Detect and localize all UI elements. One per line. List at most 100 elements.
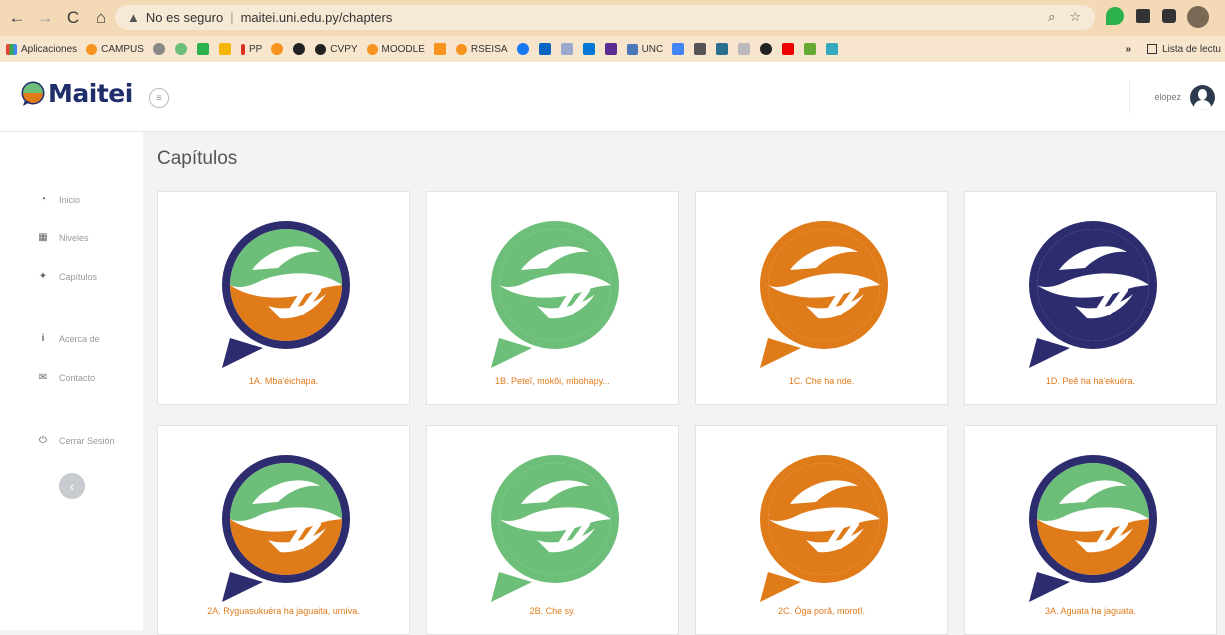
sidebar-item-acerca[interactable]: iAcerca de bbox=[37, 333, 100, 344]
bookmark-rseisa[interactable]: RSEISA bbox=[456, 44, 508, 55]
chapter-title[interactable]: 1A. Mba'éichapa. bbox=[158, 376, 409, 386]
bookmark-icon-9[interactable] bbox=[605, 43, 617, 55]
sidebar-item-cerrar-sesion[interactable]: ⏻Cerrar Sesión bbox=[37, 435, 115, 446]
chapter-logo-icon bbox=[746, 444, 899, 604]
pp-icon bbox=[241, 44, 245, 55]
chapter-title[interactable]: 1C. Che ha nde. bbox=[696, 376, 947, 386]
moodle-icon bbox=[86, 44, 97, 55]
chapter-title[interactable]: 1D. Peẽ ha ha'ekuéra. bbox=[965, 376, 1216, 386]
url-text: maitei.uni.edu.py/chapters bbox=[241, 10, 393, 25]
youtube-icon[interactable] bbox=[782, 43, 794, 55]
user-menu[interactable]: elopez bbox=[1129, 80, 1225, 114]
chapter-title[interactable]: 3A. Aguata ha jaguata. bbox=[965, 606, 1216, 616]
bookmark-icon-10[interactable] bbox=[672, 43, 684, 55]
chapter-logo-icon bbox=[1015, 444, 1168, 604]
chevron-left-icon: ‹ bbox=[70, 478, 75, 494]
chapters-icon: ✦ bbox=[37, 271, 49, 282]
logo-text: Maitei bbox=[48, 79, 133, 108]
info-icon: i bbox=[37, 333, 49, 344]
bookmark-icon-15[interactable] bbox=[826, 43, 838, 55]
bookmark-icon-6[interactable] bbox=[293, 43, 305, 55]
dashboard-icon: ◔ bbox=[37, 194, 49, 205]
chapter-title[interactable]: 2B. Che sy. bbox=[427, 606, 678, 616]
linkedin-icon[interactable] bbox=[539, 43, 551, 55]
chapter-card[interactable]: 1B. Peteĩ, mokõi, mbohapy... bbox=[426, 191, 679, 405]
bookmark-campus[interactable]: CAMPUS bbox=[86, 44, 144, 55]
reload-icon[interactable]: C bbox=[62, 7, 84, 29]
chapter-card[interactable]: 3A. Aguata ha jaguata. bbox=[964, 425, 1217, 635]
sidebar-item-capitulos[interactable]: ✦Capítulos bbox=[37, 271, 97, 282]
chapter-card[interactable]: 2C. Óga porã, morotĩ. bbox=[695, 425, 948, 635]
bookmark-icon-5[interactable] bbox=[271, 43, 283, 55]
sidebar-item-contacto[interactable]: ✉Contacto bbox=[37, 372, 95, 383]
outlook-icon[interactable] bbox=[583, 43, 595, 55]
bookmark-icon-2[interactable] bbox=[175, 43, 187, 55]
github-icon[interactable] bbox=[760, 43, 772, 55]
chapter-logo-icon bbox=[208, 210, 361, 370]
more-bookmarks-icon[interactable]: » bbox=[1126, 44, 1132, 55]
star-icon[interactable]: ☆ bbox=[1069, 9, 1081, 25]
bookmark-icon-13[interactable] bbox=[738, 43, 750, 55]
unc-icon bbox=[627, 44, 638, 55]
facebook-icon[interactable] bbox=[517, 43, 529, 55]
home-icon[interactable]: ⌂ bbox=[90, 7, 112, 29]
chapter-card[interactable]: 1A. Mba'éichapa. bbox=[157, 191, 410, 405]
apps-grid-icon bbox=[6, 44, 17, 55]
speech-bubble-icon bbox=[20, 81, 46, 107]
collapse-sidebar-button[interactable]: ‹ bbox=[59, 473, 85, 499]
bookmark-moodle[interactable]: MOODLE bbox=[367, 44, 425, 55]
bookmark-pp[interactable]: PP bbox=[241, 44, 262, 55]
user-name: elopez bbox=[1154, 92, 1181, 102]
chapter-card[interactable]: 2B. Che sy. bbox=[426, 425, 679, 635]
moodle-icon bbox=[367, 44, 378, 55]
profile-avatar-icon[interactable] bbox=[1187, 6, 1209, 28]
avatar[interactable] bbox=[1190, 85, 1215, 110]
bookmark-icon-3[interactable] bbox=[197, 43, 209, 55]
grid-icon: ▦ bbox=[37, 232, 49, 243]
chapter-title[interactable]: 2C. Óga porã, morotĩ. bbox=[696, 606, 947, 616]
power-icon: ⏻ bbox=[37, 435, 49, 446]
chapter-title[interactable]: 1B. Peteĩ, mokõi, mbohapy... bbox=[427, 376, 678, 386]
bookmark-icon-7[interactable] bbox=[434, 43, 446, 55]
sidebar-item-niveles[interactable]: ▦Niveles bbox=[37, 232, 89, 243]
page-title: Capítulos bbox=[157, 148, 237, 170]
globe-icon bbox=[315, 44, 326, 55]
envelope-icon: ✉ bbox=[37, 372, 49, 383]
back-icon[interactable]: ← bbox=[6, 7, 28, 29]
bookmark-icon-8[interactable] bbox=[561, 43, 573, 55]
chapter-title[interactable]: 2A. Ryguasukuéra ha jaguaita, umíva. bbox=[158, 606, 409, 616]
bookmark-icon-1[interactable] bbox=[153, 43, 165, 55]
sidebar: ◔Inicio ▦Niveles ✦Capítulos iAcerca de ✉… bbox=[0, 132, 143, 630]
chapter-card[interactable]: 1C. Che ha nde. bbox=[695, 191, 948, 405]
chapter-card[interactable]: 2A. Ryguasukuéra ha jaguaita, umíva. bbox=[157, 425, 410, 635]
address-bar[interactable]: ▲ No es seguro | maitei.uni.edu.py/chapt… bbox=[115, 5, 1095, 30]
reading-list-icon bbox=[1147, 44, 1157, 54]
chapter-logo-icon bbox=[477, 444, 630, 604]
chapter-logo-icon bbox=[477, 210, 630, 370]
chapter-logo-icon bbox=[746, 210, 899, 370]
menu-toggle-button[interactable]: ≡ bbox=[149, 88, 169, 108]
extension-grid-icon[interactable] bbox=[1136, 9, 1150, 23]
bookmark-icon-4[interactable] bbox=[219, 43, 231, 55]
zoom-icon[interactable]: ⌕ bbox=[1048, 9, 1055, 25]
bookmark-cvpy[interactable]: CVPY bbox=[315, 44, 357, 55]
puzzle-icon[interactable] bbox=[1162, 9, 1176, 23]
bookmark-apps[interactable]: Aplicaciones bbox=[6, 44, 77, 55]
app-header: Maitei ≡ elopez bbox=[0, 62, 1225, 132]
reading-list[interactable]: » Lista de lectu bbox=[1118, 36, 1225, 62]
bookmark-icon-12[interactable] bbox=[716, 43, 728, 55]
sidebar-item-inicio[interactable]: ◔Inicio bbox=[37, 194, 80, 205]
bookmark-unc[interactable]: UNC bbox=[627, 44, 664, 55]
chapter-logo-icon bbox=[208, 444, 361, 604]
bookmark-icon-14[interactable] bbox=[804, 43, 816, 55]
maitei-logo[interactable]: Maitei bbox=[20, 79, 133, 108]
bookmark-icon-11[interactable] bbox=[694, 43, 706, 55]
chapter-logo-icon bbox=[1015, 210, 1168, 370]
chapter-card[interactable]: 1D. Peẽ ha ha'ekuéra. bbox=[964, 191, 1217, 405]
browser-toolbar: ← → C ⌂ ▲ No es seguro | maitei.uni.edu.… bbox=[0, 0, 1225, 36]
warning-icon: ▲ bbox=[127, 10, 140, 25]
url-separator: | bbox=[230, 10, 233, 25]
extension-green-icon[interactable] bbox=[1106, 7, 1124, 25]
moodle-icon bbox=[456, 44, 467, 55]
forward-icon[interactable]: → bbox=[34, 7, 56, 29]
